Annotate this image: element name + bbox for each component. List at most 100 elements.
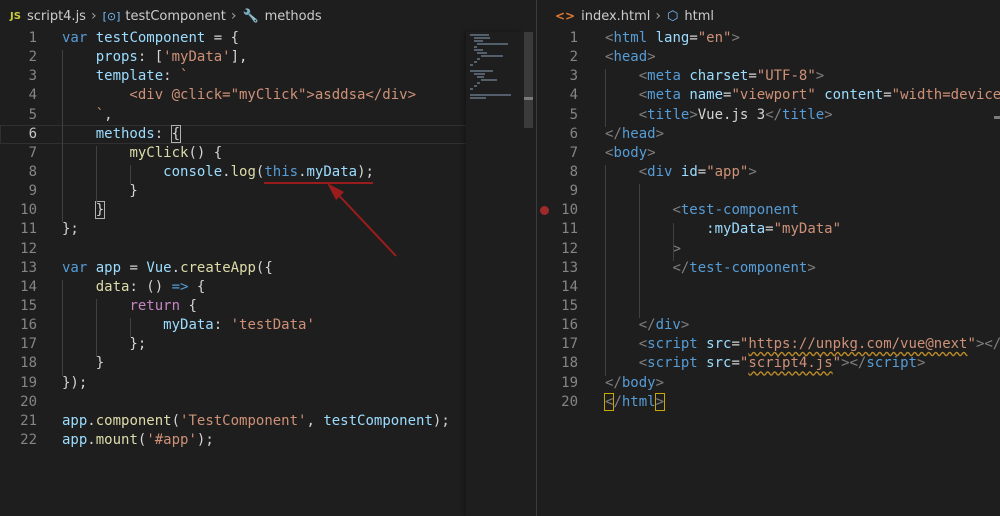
code-line[interactable]: 16 </div> xyxy=(537,316,1000,335)
code-line[interactable]: 7 <body> xyxy=(537,144,1000,163)
minimap-line xyxy=(473,37,490,39)
code-line[interactable]: 2 <head> xyxy=(537,48,1000,67)
line-number: 16 xyxy=(20,317,37,334)
code-line[interactable]: 8 <div id="app"> xyxy=(537,163,1000,182)
code-line[interactable]: 15 xyxy=(537,297,1000,316)
code-text: data: () => { xyxy=(95,278,206,295)
code-text: <head> xyxy=(605,49,656,66)
code-line[interactable]: 12 xyxy=(0,240,536,259)
code-line[interactable]: 2 props: ['myData'], xyxy=(0,48,536,67)
code-line[interactable]: 18 <script src="script4.js"></script> xyxy=(537,354,1000,373)
code-line[interactable]: 3 <meta charset="UTF-8"> xyxy=(537,67,1000,86)
code-line[interactable]: 10 <test-component xyxy=(537,201,1000,220)
right-code-area[interactable]: 1 <html lang="en"> 2 <head> 3 <meta charset=… xyxy=(537,29,1000,516)
code-line[interactable]: 11}; xyxy=(0,220,536,239)
code-line[interactable]: 9 xyxy=(537,182,1000,201)
code-text: <test-component xyxy=(672,202,799,219)
code-text: </div> xyxy=(638,317,690,334)
line-number: 12 xyxy=(20,240,37,257)
code-line[interactable]: 4 <meta name="viewport" content="width=d… xyxy=(537,86,1000,105)
code-line[interactable]: 11 :myData="myData" xyxy=(537,220,1000,239)
breadcrumb-member[interactable]: methods xyxy=(265,9,322,24)
vertical-scrollbar[interactable] xyxy=(986,32,1000,516)
minimap-line xyxy=(477,76,485,78)
code-line[interactable]: 4 <div @click="myClick">asddsa</div> xyxy=(0,86,536,105)
indent-guide xyxy=(62,279,63,376)
line-number: 20 xyxy=(20,393,37,410)
code-text: `, xyxy=(62,106,113,123)
wrench-icon: 🔧 xyxy=(242,8,259,24)
code-text: <meta name="viewport" content="width=dev… xyxy=(638,87,1000,104)
indent-guide xyxy=(62,50,63,223)
minimap-line xyxy=(470,88,473,90)
code-line[interactable]: 6 </head> xyxy=(537,125,1000,144)
indent-guide xyxy=(605,165,606,376)
code-text: :myData="myData" xyxy=(706,221,842,238)
line-number: 18 xyxy=(20,355,37,372)
line-number: 18 xyxy=(561,355,578,372)
code-line[interactable]: 19}); xyxy=(0,374,536,393)
line-number: 14 xyxy=(561,278,578,295)
breadcrumb-element[interactable]: html xyxy=(684,9,714,24)
line-number: 7 xyxy=(569,144,578,161)
code-text: }; xyxy=(62,336,147,353)
code-line[interactable]: 12 > xyxy=(537,240,1000,259)
line-number: 2 xyxy=(28,49,37,66)
javascript-file-icon: JS xyxy=(10,10,21,22)
code-line[interactable]: 3 template: ` xyxy=(0,67,536,86)
code-text: var app = Vue.createApp({ xyxy=(62,259,273,276)
object-symbol-icon: [⊙] xyxy=(102,9,121,23)
code-text: template: ` xyxy=(95,68,189,85)
left-code-area[interactable]: 1 var testComponent = {2 props: ['myData'… xyxy=(0,29,536,516)
line-number: 6 xyxy=(28,125,37,142)
code-line[interactable]: 15 return { xyxy=(0,297,536,316)
code-text: } xyxy=(62,355,105,372)
breadcrumb-symbol[interactable]: testComponent xyxy=(125,9,225,24)
code-line[interactable]: 13 </test-component> xyxy=(537,259,1000,278)
minimap-line xyxy=(480,79,497,81)
code-text: </test-component> xyxy=(672,259,816,276)
line-number: 3 xyxy=(569,68,578,85)
code-line[interactable]: 17 <script src="https://unpkg.com/vue@ne… xyxy=(537,335,1000,354)
code-text: myClick() { xyxy=(129,144,223,161)
code-line[interactable]: 6 methods: { xyxy=(0,124,536,144)
line-number: 13 xyxy=(561,259,578,276)
code-line[interactable]: 7 myClick() { xyxy=(0,144,536,163)
scrollbar-thumb[interactable] xyxy=(524,32,533,128)
line-number: 10 xyxy=(20,202,37,219)
right-editor-pane[interactable]: <> index.html › ⬡ html 1 <html lang="en">… xyxy=(537,0,1000,516)
code-line[interactable]: 9 } xyxy=(0,182,536,201)
code-text: <body> xyxy=(605,144,656,161)
code-line[interactable]: 14 data: () => { xyxy=(0,278,536,297)
code-line[interactable]: 10 } xyxy=(0,201,536,220)
code-line[interactable]: 13 var app = Vue.createApp({ xyxy=(0,259,536,278)
code-line[interactable]: 14 xyxy=(537,278,1000,297)
code-line[interactable]: 5 `, xyxy=(0,106,536,125)
code-line[interactable]: 20 </html> xyxy=(537,392,1000,412)
code-text: } xyxy=(62,183,138,200)
code-line[interactable]: 18 } xyxy=(0,354,536,373)
code-line[interactable]: 22 app.mount('#app'); xyxy=(0,431,536,450)
minimap-line xyxy=(470,34,489,36)
code-line[interactable]: 17 }; xyxy=(0,335,536,354)
minimap[interactable] xyxy=(466,32,522,516)
code-line[interactable]: 16 myData: 'testData' xyxy=(0,316,536,335)
code-text: console.log(this.myData); xyxy=(163,163,374,180)
line-number: 14 xyxy=(20,278,37,295)
code-line[interactable]: 21 app.component('TestComponent', testCom… xyxy=(0,412,536,431)
code-line[interactable]: 19 </body> xyxy=(537,374,1000,393)
minimap-line xyxy=(477,58,481,60)
breadcrumb-file[interactable]: index.html xyxy=(581,9,650,24)
code-line[interactable]: 5 <title>Vue.js 3</title> xyxy=(537,106,1000,125)
code-line[interactable]: 20 xyxy=(0,393,536,412)
minimap-line xyxy=(473,49,483,51)
left-editor-pane[interactable]: JS script4.js › [⊙] testComponent › 🔧 me… xyxy=(0,0,536,516)
line-number: 11 xyxy=(20,221,37,238)
breadcrumb-file[interactable]: script4.js xyxy=(27,9,86,24)
html-file-icon: <> xyxy=(555,9,576,23)
line-number: 21 xyxy=(20,412,37,429)
line-number: 17 xyxy=(561,336,578,353)
code-line[interactable]: 8 console.log(this.myData); xyxy=(0,163,536,182)
code-line[interactable]: 1 var testComponent = { xyxy=(0,29,536,48)
code-line[interactable]: 1 <html lang="en"> xyxy=(537,29,1000,48)
